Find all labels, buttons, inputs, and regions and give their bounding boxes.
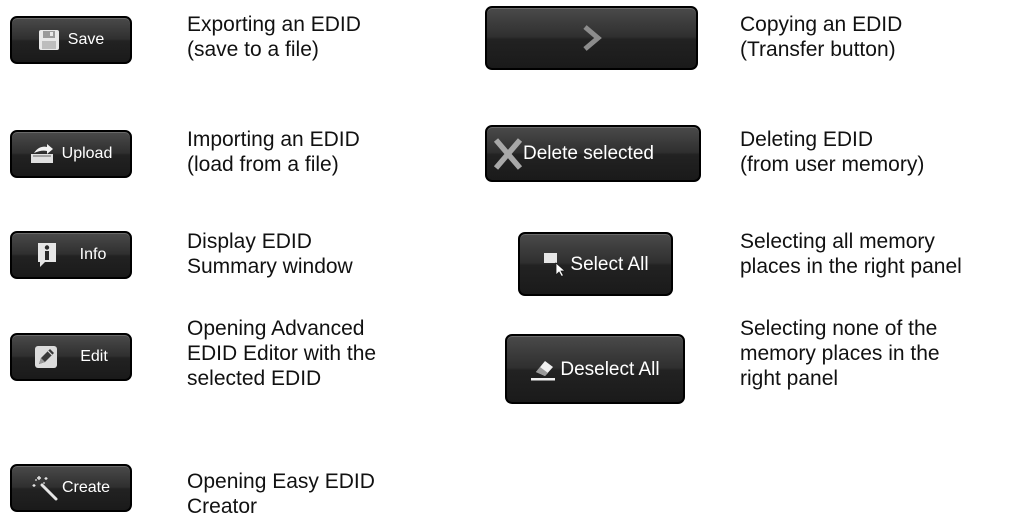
x-icon — [493, 137, 523, 171]
chevron-right-icon — [581, 24, 603, 52]
transfer-description: Copying an EDID (Transfer button) — [740, 13, 903, 61]
save-button[interactable]: Save — [10, 16, 132, 64]
upload-button-label: Upload — [61, 145, 113, 162]
upload-description: Importing an EDID (load from a file) — [187, 128, 360, 176]
save-icon — [38, 29, 60, 51]
upload-icon — [30, 143, 54, 165]
pencil-icon — [34, 345, 58, 369]
deselect-all-button[interactable]: Deselect All — [505, 334, 685, 404]
deselect-all-button-label: Deselect All — [560, 358, 660, 380]
save-description: Exporting an EDID (save to a file) — [187, 13, 361, 61]
select-cursor-icon — [542, 251, 568, 277]
delete-selected-button-label: Delete selected — [523, 143, 654, 164]
edit-button-label: Edit — [80, 348, 108, 365]
magic-wand-icon — [32, 475, 58, 501]
create-description: Opening Easy EDID Creator — [187, 470, 375, 518]
select-all-description: Selecting all memory places in the right… — [740, 230, 962, 278]
select-all-button-label: Select All — [570, 253, 649, 275]
create-button-label: Create — [61, 479, 111, 496]
info-button[interactable]: Info — [10, 231, 132, 279]
select-all-button[interactable]: Select All — [518, 232, 673, 296]
transfer-button[interactable] — [485, 6, 698, 70]
eraser-icon — [530, 356, 556, 382]
create-button[interactable]: Create — [10, 464, 132, 512]
edit-description: Opening Advanced EDID Editor with the se… — [187, 317, 377, 390]
upload-button[interactable]: Upload — [10, 130, 132, 178]
delete-selected-button[interactable]: Delete selected — [485, 125, 701, 182]
save-button-label: Save — [67, 31, 105, 48]
deselect-description: Selecting none of the memory places in t… — [740, 317, 940, 390]
info-icon — [36, 242, 58, 268]
info-description: Display EDID Summary window — [187, 230, 353, 278]
info-button-label: Info — [79, 246, 107, 263]
edit-button[interactable]: Edit — [10, 333, 132, 381]
delete-description: Deleting EDID (from user memory) — [740, 128, 925, 176]
